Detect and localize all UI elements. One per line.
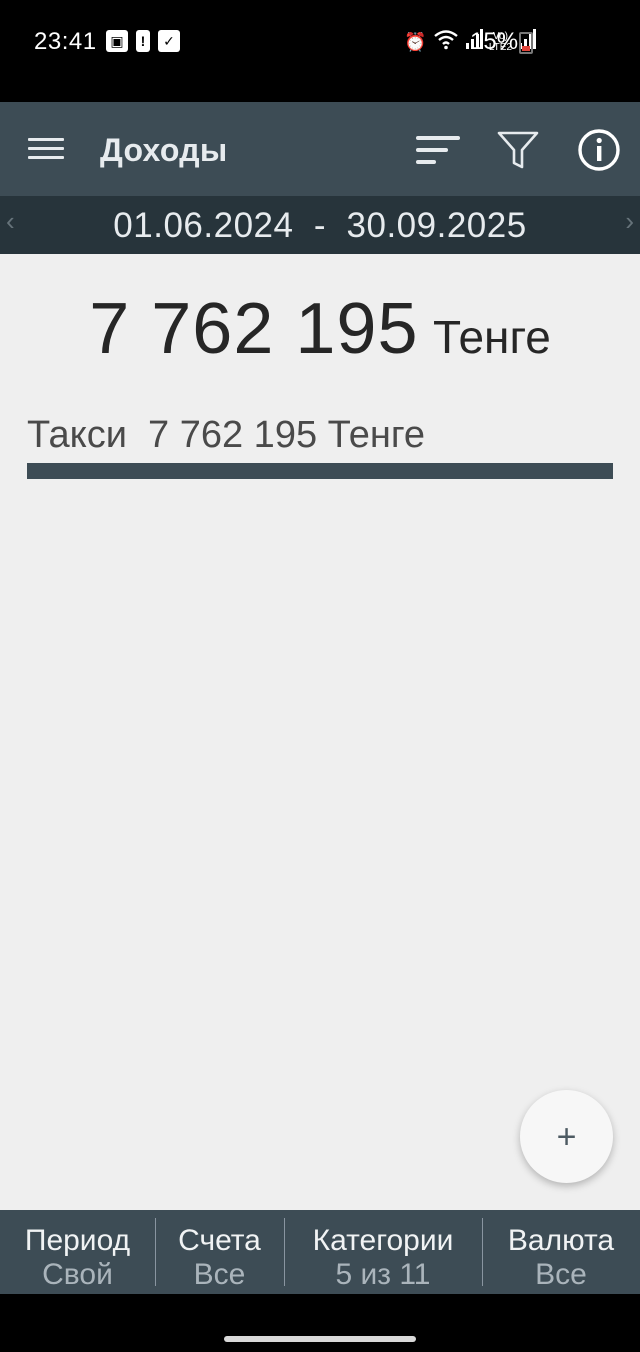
gallery-icon: ▣ — [106, 30, 128, 52]
tab-period[interactable]: Период Свой — [0, 1210, 155, 1294]
bottom-filter-tabs: Период Свой Счета Все Категории 5 из 11 … — [0, 1210, 640, 1294]
category-label: Такси 7 762 195 Тенге — [27, 414, 425, 456]
tab-categories-value: 5 из 11 — [335, 1258, 431, 1291]
tab-accounts[interactable]: Счета Все — [155, 1210, 284, 1294]
battery-icon — [519, 32, 533, 54]
tab-period-title: Период — [24, 1224, 131, 1257]
battery-percent: 15% — [470, 28, 519, 55]
date-range-bar: ‹ 01.06.2024 - 30.09.2025 › — [0, 196, 640, 254]
system-nav-bar — [0, 1294, 640, 1352]
checkbox-icon: ✓ — [158, 30, 180, 52]
tab-period-value: Свой — [42, 1258, 113, 1291]
info-icon[interactable] — [577, 128, 621, 172]
tab-currency-title: Валюта — [507, 1224, 615, 1257]
sort-icon[interactable] — [414, 134, 462, 166]
plus-icon: + — [556, 1117, 577, 1156]
tab-categories[interactable]: Категории 5 из 11 — [284, 1210, 482, 1294]
page-title: Доходы — [100, 132, 228, 168]
home-indicator[interactable] — [224, 1336, 416, 1342]
next-period-icon[interactable]: › — [625, 206, 634, 237]
status-bar: 23:41 ▣ ! ✓ ⏰ Vo) LTE2 15% — [0, 0, 640, 102]
tab-accounts-title: Счета — [178, 1224, 261, 1257]
menu-icon[interactable] — [28, 136, 66, 162]
date-range-label[interactable]: 01.06.2024 - 30.09.2025 — [0, 206, 640, 246]
tab-currency-value: Все — [535, 1258, 587, 1291]
category-bar — [27, 463, 613, 479]
screen: 23:41 ▣ ! ✓ ⏰ Vo) LTE2 15% Доходы ‹ 01.0… — [0, 0, 640, 1352]
total-currency: Тенге — [432, 311, 551, 363]
filter-icon[interactable] — [496, 130, 540, 170]
notification-icons: ▣ ! ✓ — [106, 30, 180, 52]
status-time: 23:41 — [34, 28, 97, 55]
tab-accounts-value: Все — [193, 1258, 246, 1291]
alert-icon: ! — [136, 30, 150, 52]
category-row-taxi[interactable]: Такси 7 762 195 Тенге — [27, 414, 613, 479]
tab-currency[interactable]: Валюта Все — [482, 1210, 640, 1294]
wifi-icon — [433, 28, 459, 56]
tab-categories-title: Категории — [312, 1224, 454, 1257]
total-summary: 7 762 195 Тенге — [0, 288, 640, 370]
app-bar: Доходы — [0, 102, 640, 196]
main-content: 7 762 195 Тенге Такси 7 762 195 Тенге + — [0, 254, 640, 1210]
total-amount: 7 762 195 — [89, 289, 419, 369]
alarm-icon: ⏰ — [404, 32, 427, 52]
add-income-button[interactable]: + — [520, 1090, 613, 1183]
